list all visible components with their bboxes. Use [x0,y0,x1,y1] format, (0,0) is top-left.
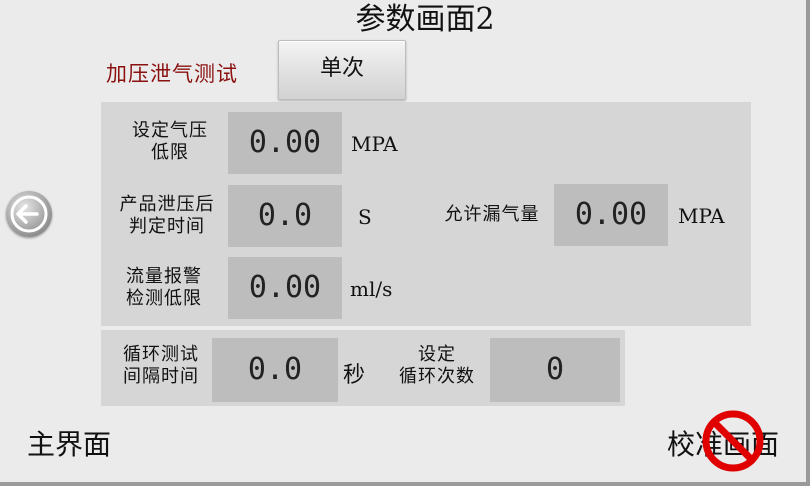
test-mode-label: 加压泄气测试 [106,62,238,86]
relief-time-label-line1: 产品泄压后 [119,194,215,215]
hmi-screen: 参数画面2 加压泄气测试 单次 设定气压 低限 0.00 MPA 产品泄压后 判… [0,0,810,486]
cycle-interval-input[interactable]: 0.0 [212,338,338,402]
flow-alarm-input[interactable]: 0.00 [228,257,342,319]
main-screen-button[interactable]: 主界面 [27,423,111,463]
flow-alarm-label-line2: 检测低限 [126,288,202,309]
prohibited-icon [702,410,764,472]
leak-allowed-input[interactable]: 0.00 [554,184,668,246]
relief-time-label: 产品泄压后 判定时间 [104,194,230,238]
cycle-interval-unit: 秒 [343,363,366,388]
flow-alarm-label: 流量报警 检测低限 [104,266,224,310]
pressure-low-label-line2: 低限 [151,142,189,163]
relief-time-label-line2: 判定时间 [129,216,205,237]
cycle-count-label: 设定 循环次数 [382,344,492,388]
cycle-interval-label-line2: 间隔时间 [123,366,199,387]
page-title: 参数画面2 [355,2,495,37]
pressure-low-input[interactable]: 0.00 [228,112,342,174]
pressure-low-label-line1: 设定气压 [132,120,208,141]
back-button[interactable] [6,191,52,237]
flow-alarm-label-line1: 流量报警 [126,266,202,287]
cycle-count-input[interactable]: 0 [490,338,620,402]
pressure-low-unit: MPA [351,132,398,156]
flow-alarm-unit: ml/s [350,277,393,301]
pressure-low-label: 设定气压 低限 [112,120,228,164]
cycle-interval-label: 循环测试 间隔时间 [106,344,216,388]
arrow-left-icon [10,195,48,233]
cycle-count-label-line2: 循环次数 [399,366,475,387]
leak-allowed-label: 允许漏气量 [444,204,540,225]
cycle-interval-label-line1: 循环测试 [123,344,199,365]
cycle-count-label-line1: 设定 [418,344,456,365]
relief-time-input[interactable]: 0.0 [228,185,342,247]
relief-time-unit: S [358,205,372,229]
leak-allowed-unit: MPA [678,204,725,228]
test-mode-button[interactable]: 单次 [278,40,406,100]
